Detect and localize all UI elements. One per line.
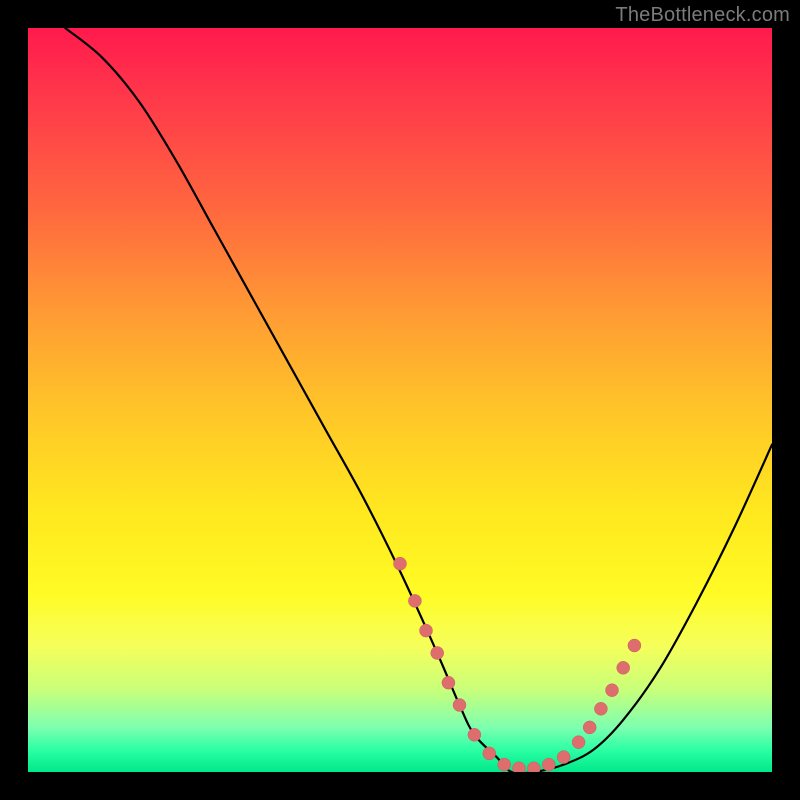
marker-dot: [408, 594, 421, 607]
marker-dot: [394, 557, 407, 570]
marker-dot: [572, 736, 585, 749]
chart-stage: TheBottleneck.com: [0, 0, 800, 800]
marker-dot: [594, 702, 607, 715]
marker-dot: [468, 728, 481, 741]
chart-overlay: [28, 28, 772, 772]
marker-dot: [431, 647, 444, 660]
marker-dot: [542, 758, 555, 771]
marker-dot: [498, 758, 511, 771]
marker-dot: [453, 699, 466, 712]
bottleneck-curve: [65, 28, 772, 772]
marker-dot: [483, 747, 496, 760]
marker-dot: [513, 762, 526, 772]
marker-dot: [557, 751, 570, 764]
marker-dot: [606, 684, 619, 697]
plot-area: [28, 28, 772, 772]
marker-dot: [420, 624, 433, 637]
marker-dot: [527, 762, 540, 772]
marker-dot: [442, 676, 455, 689]
marker-dot: [628, 639, 641, 652]
marker-dot: [583, 721, 596, 734]
marker-dot: [617, 661, 630, 674]
watermark-text: TheBottleneck.com: [615, 4, 790, 27]
